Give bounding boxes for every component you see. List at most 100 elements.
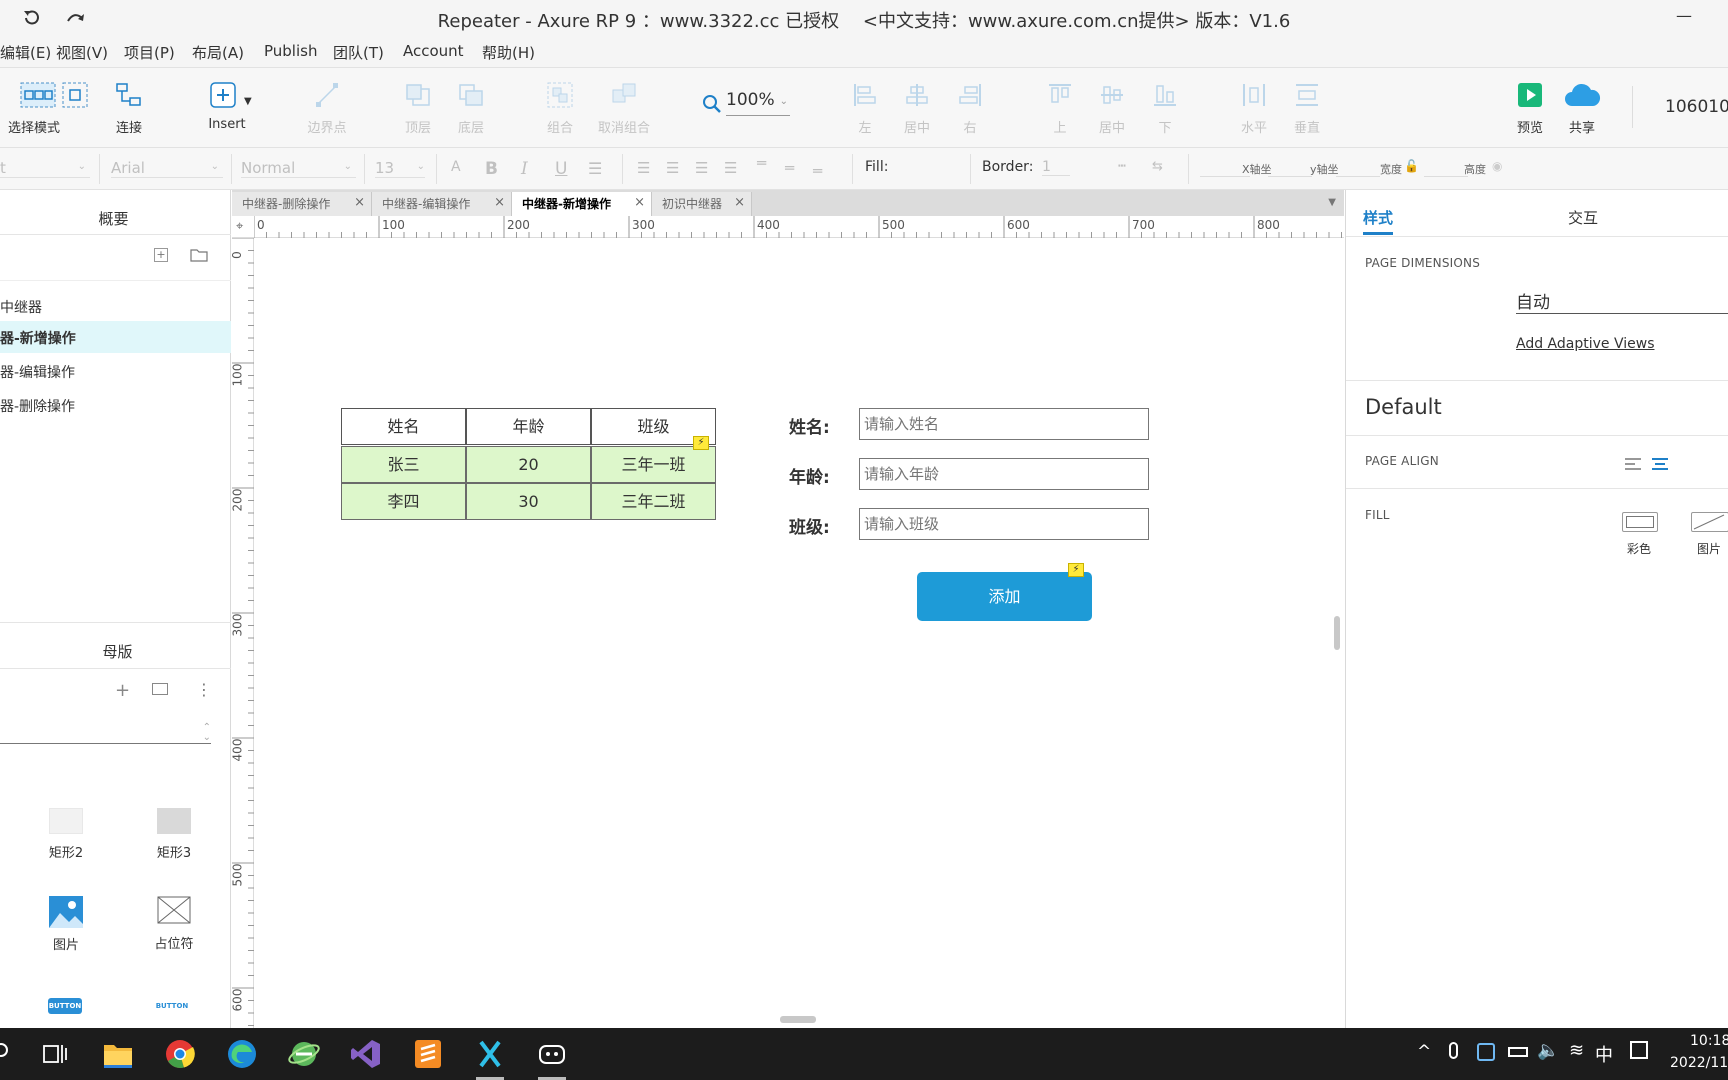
close-icon[interactable]: × (354, 195, 365, 210)
repeater-cell[interactable]: 三年一班 (591, 446, 716, 483)
menu-team[interactable]: 团队(T) (333, 42, 384, 63)
bottom-layer-button[interactable]: 底层 (449, 68, 493, 148)
vertical-scrollbar[interactable] (1334, 616, 1340, 650)
widget-button-link[interactable]: BUTTON (154, 998, 190, 1014)
widget-rectangle2[interactable]: 矩形2 (31, 808, 101, 861)
align-center-icon[interactable] (1651, 457, 1669, 471)
align-top-button[interactable]: 上 (1040, 68, 1080, 148)
widget-image[interactable]: 图片 (31, 896, 101, 953)
edge-browser-icon[interactable] (224, 1036, 260, 1072)
underline-icon[interactable]: U (555, 159, 567, 179)
text-align-left-icon[interactable]: ☰ (637, 159, 650, 177)
app-tray-icon[interactable] (1477, 1043, 1495, 1061)
tab-intro-repeater[interactable]: 初识中继器 × (652, 192, 752, 216)
distribute-vertical-button[interactable]: 垂直 (1287, 68, 1327, 148)
folder-icon[interactable] (190, 248, 208, 262)
menu-account[interactable]: Account (403, 42, 464, 60)
page-item[interactable]: 器-编辑操作 (0, 355, 231, 387)
close-icon[interactable]: × (494, 195, 505, 210)
more-options-icon[interactable]: ⋮ (196, 680, 212, 699)
fill-image-button[interactable] (1691, 512, 1728, 532)
font-color-icon[interactable]: A (451, 159, 461, 175)
bullet-list-icon[interactable]: ☰ (588, 159, 602, 178)
edge-points-button[interactable]: 边界点 (302, 68, 352, 148)
tab-list-chevron-icon[interactable]: ▼ (1328, 197, 1336, 208)
close-icon[interactable]: × (734, 195, 745, 210)
widget-rectangle3[interactable]: 矩形3 (139, 808, 209, 861)
border-width-input[interactable]: 1 (1042, 159, 1070, 176)
zoom-select[interactable]: 100% ⌄ (726, 90, 790, 116)
clock-time[interactable]: 10:18 (1690, 1033, 1728, 1049)
repeater-header-cell[interactable]: 年龄 (466, 408, 591, 445)
font-size-select[interactable]: 13 ⌄ (375, 159, 425, 178)
widget-placeholder[interactable]: 占位符 (139, 896, 209, 952)
style-select[interactable]: t ⌄ (0, 159, 90, 178)
page-item[interactable]: 器-删除操作 (0, 389, 231, 421)
horizontal-scrollbar[interactable] (780, 1016, 816, 1023)
tab-interaction[interactable]: 交互 (1568, 207, 1598, 228)
add-page-icon[interactable]: + (154, 248, 168, 262)
age-input[interactable] (859, 458, 1149, 490)
repeater-cell[interactable]: 20 (466, 446, 591, 483)
wifi-icon[interactable]: ≋ (1569, 1040, 1584, 1061)
preview-button[interactable]: 预览 (1510, 68, 1550, 148)
align-bottom-button[interactable]: 下 (1145, 68, 1185, 148)
minimize-button[interactable]: — (1676, 6, 1692, 25)
battery-icon[interactable] (1508, 1047, 1528, 1057)
text-align-right-icon[interactable]: ☰ (695, 159, 708, 177)
select-mode-button[interactable]: 选择模式 (8, 68, 94, 148)
task-view-icon[interactable] (36, 1036, 72, 1072)
design-canvas[interactable] (254, 238, 1344, 1028)
select-contained-icon[interactable] (62, 82, 88, 108)
duplicate-icon[interactable] (152, 683, 168, 695)
chevron-up-icon[interactable]: ^ (1417, 1042, 1431, 1062)
user-id[interactable]: 106010 (1665, 97, 1728, 117)
visibility-icon[interactable]: ◉ (1492, 159, 1502, 173)
tab-delete-op[interactable]: 中继器-删除操作 × (232, 192, 372, 216)
widget-button-primary[interactable]: BUTTON (48, 998, 82, 1014)
distribute-horizontal-button[interactable]: 水平 (1234, 68, 1274, 148)
repeater-cell[interactable]: 三年二班 (591, 483, 716, 520)
menu-edit[interactable]: 编辑(E) (0, 42, 51, 63)
chrome-icon[interactable] (162, 1036, 198, 1072)
arrow-style-icon[interactable]: ⇆ (1152, 159, 1163, 174)
ungroup-button[interactable]: 取消组合 (594, 68, 654, 148)
add-adaptive-views-link[interactable]: Add Adaptive Views (1516, 336, 1654, 352)
volume-icon[interactable]: 🔈 (1537, 1040, 1559, 1061)
valign-top-icon[interactable]: ═ (757, 154, 766, 172)
top-layer-button[interactable]: 顶层 (396, 68, 440, 148)
sublime-text-icon[interactable] (410, 1036, 446, 1072)
valign-bottom-icon[interactable]: ═ (813, 162, 822, 180)
repeater-cell[interactable]: 张三 (341, 446, 466, 483)
tab-style[interactable]: 样式 (1363, 207, 1393, 228)
page-item[interactable]: 中继器 (0, 290, 231, 322)
clock-date[interactable]: 2022/11 (1670, 1055, 1728, 1071)
font-family-select[interactable]: Arial ⌄ (111, 159, 223, 178)
menu-publish[interactable]: Publish (264, 42, 317, 60)
width-input[interactable] (1336, 159, 1380, 177)
crosshair-icon[interactable]: ⌖ (236, 219, 243, 234)
ime-indicator[interactable]: 中 (1595, 1041, 1613, 1067)
page-dimensions-select[interactable]: 自动 (1516, 288, 1728, 314)
visual-studio-icon[interactable] (348, 1036, 384, 1072)
lock-icon[interactable]: 🔓 (1404, 159, 1419, 173)
align-left-icon[interactable] (1624, 457, 1642, 471)
text-justify-icon[interactable]: ☰ (724, 159, 737, 177)
file-explorer-icon[interactable] (100, 1036, 136, 1072)
ie-browser-icon[interactable] (286, 1036, 322, 1072)
menu-view[interactable]: 视图(V) (56, 42, 108, 63)
tab-edit-op[interactable]: 中继器-编辑操作 × (372, 192, 512, 216)
menu-layout[interactable]: 布局(A) (192, 42, 244, 63)
insert-button[interactable]: ▼ Insert (202, 68, 252, 148)
tab-add-op[interactable]: 中继器-新增操作 × (512, 192, 652, 216)
search-icon[interactable] (0, 1043, 8, 1057)
repeater-header-cell[interactable]: 姓名 (341, 408, 466, 445)
interaction-lightning-icon[interactable]: ⚡ (1068, 563, 1084, 577)
font-weight-select[interactable]: Normal ⌄ (241, 159, 356, 178)
align-left-button[interactable]: 左 (845, 68, 885, 148)
library-select[interactable]: ⌃ ⌄ (0, 723, 211, 744)
height-input[interactable] (1424, 159, 1468, 177)
italic-icon[interactable]: I (521, 159, 528, 179)
group-button[interactable]: 组合 (538, 68, 582, 148)
add-master-icon[interactable]: + (115, 680, 130, 701)
